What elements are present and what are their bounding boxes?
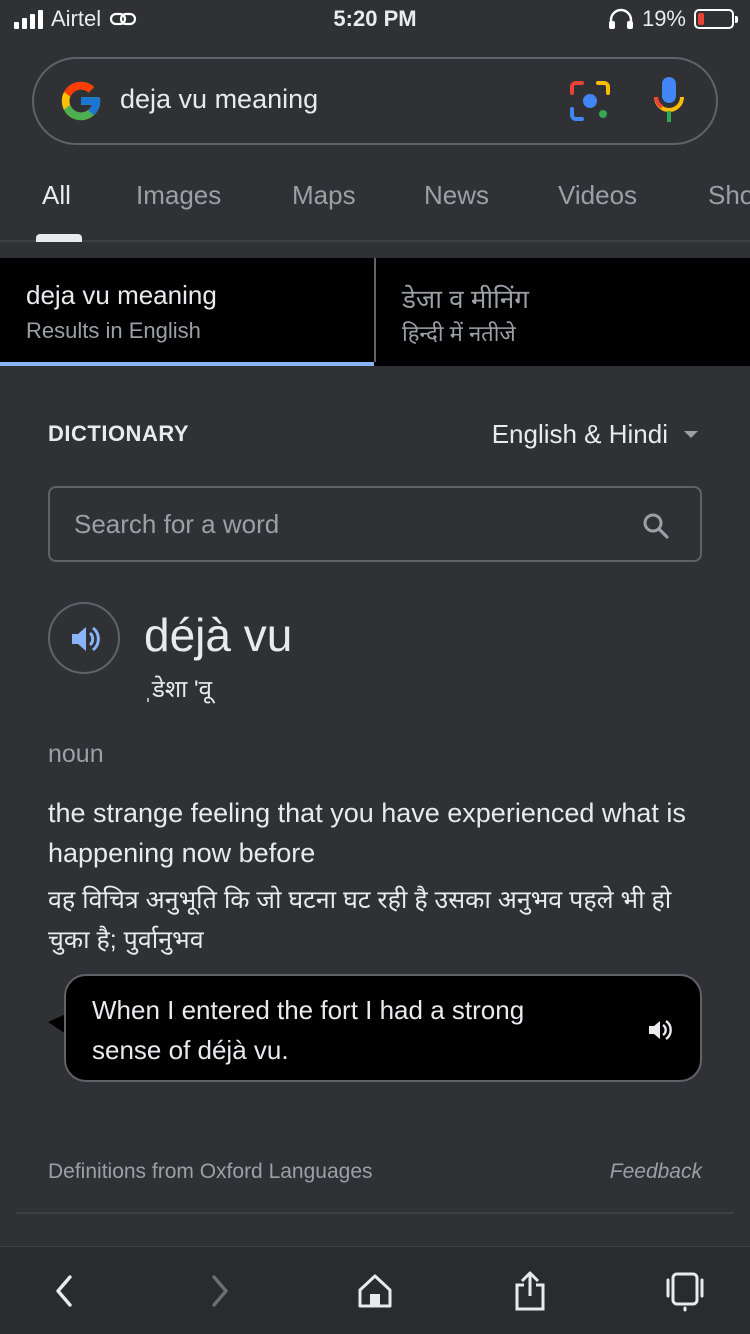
dropdown-caret-icon xyxy=(684,431,698,438)
active-tab-indicator xyxy=(36,234,82,242)
language-option-hindi[interactable]: डेजा व मीनिंग हिन्दी में नतीजे xyxy=(376,258,750,366)
card-divider xyxy=(16,1212,734,1214)
headword: déjà vu xyxy=(144,609,293,661)
status-bar: Airtel 5:20 PM 19% xyxy=(0,0,750,44)
dictionary-title: DICTIONARY xyxy=(48,421,190,446)
tab-news[interactable]: News xyxy=(424,180,489,211)
language-option-query: डेजा व मीनिंग xyxy=(402,284,529,314)
home-button[interactable] xyxy=(353,1269,397,1313)
battery-fill xyxy=(698,13,704,25)
forward-button[interactable] xyxy=(198,1269,242,1313)
selected-language-indicator xyxy=(0,362,374,366)
example-sentence-bubble: When I entered the fort I had a strong s… xyxy=(64,974,702,1082)
tab-maps[interactable]: Maps xyxy=(292,180,356,211)
google-logo[interactable] xyxy=(58,78,104,124)
example-speaker-icon[interactable] xyxy=(646,1016,674,1044)
tab-shopping[interactable]: Sho xyxy=(708,180,750,211)
dictionary-language-select[interactable]: English & Hindi xyxy=(492,419,698,450)
back-button[interactable] xyxy=(42,1269,86,1313)
pronunciation-audio-button[interactable] xyxy=(48,602,120,674)
language-option-label: Results in English xyxy=(26,318,201,343)
part-of-speech: noun xyxy=(48,740,104,768)
example-sentence: When I entered the fort I had a strong s… xyxy=(92,995,525,1065)
headphones-icon xyxy=(608,8,633,29)
feedback-link[interactable]: Feedback xyxy=(610,1160,702,1184)
back-icon xyxy=(56,1275,72,1307)
dictionary-language-label: English & Hindi xyxy=(491,419,668,449)
battery-percent: 19% xyxy=(641,6,686,31)
definition-english: the strange feeling that you have experi… xyxy=(48,798,686,868)
language-option-english[interactable]: deja vu meaning Results in English xyxy=(0,258,374,366)
definition-hindi: वह विचित्र अनुभूति कि जो घटना घट रही है … xyxy=(48,886,672,954)
word-search-input[interactable] xyxy=(74,504,614,544)
search-query[interactable]: deja vu meaning xyxy=(120,84,318,115)
lens-icon[interactable] xyxy=(568,79,612,123)
search-tabs: All Images Maps News Videos Sho xyxy=(0,160,750,242)
home-icon xyxy=(358,1274,392,1308)
search-icon[interactable] xyxy=(642,512,670,540)
tab-all[interactable]: All xyxy=(42,180,71,211)
mic-icon[interactable] xyxy=(652,75,686,125)
speaker-icon xyxy=(72,626,100,652)
tabs-button[interactable] xyxy=(663,1269,707,1313)
forward-icon xyxy=(212,1275,228,1307)
tab-videos[interactable]: Videos xyxy=(558,180,637,211)
share-button[interactable] xyxy=(508,1269,552,1313)
search-bar[interactable]: deja vu meaning xyxy=(32,57,718,145)
share-icon xyxy=(515,1271,545,1311)
battery-icon xyxy=(694,9,738,29)
language-option-label: हिन्दी में नतीजे xyxy=(402,321,516,346)
status-right: 19% xyxy=(608,6,738,32)
language-divider xyxy=(374,258,376,362)
tab-images[interactable]: Images xyxy=(136,180,221,211)
browser-toolbar xyxy=(0,1246,750,1334)
language-option-query: deja vu meaning xyxy=(26,280,217,310)
pronunciation-text: ˌडेशा 'वू xyxy=(144,676,212,703)
tabs-icon xyxy=(666,1272,704,1312)
dictionary-source[interactable]: Definitions from Oxford Languages xyxy=(48,1160,373,1184)
word-search-box[interactable] xyxy=(48,486,702,562)
